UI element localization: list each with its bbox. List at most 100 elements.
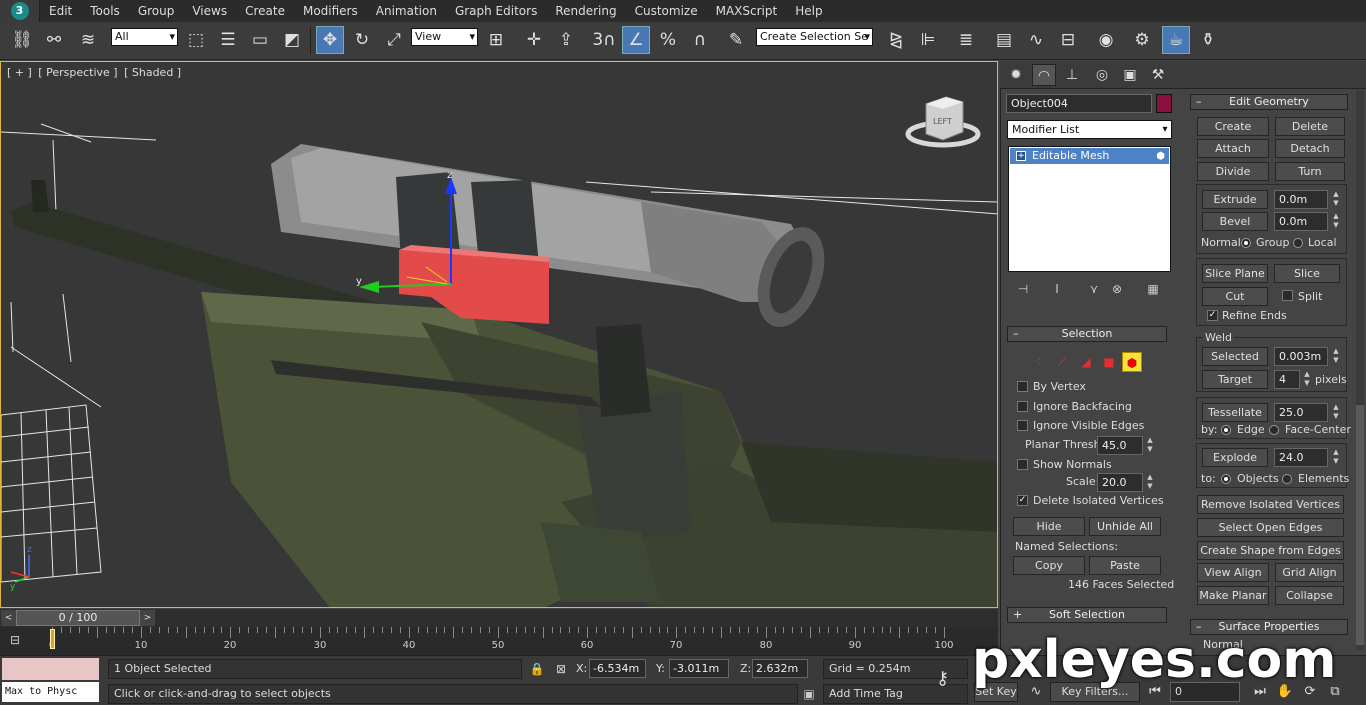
stack-entry-editable-mesh[interactable]: + Editable Mesh ⬢: [1010, 148, 1169, 164]
turn-button[interactable]: Turn: [1275, 162, 1345, 181]
move-icon[interactable]: ✥: [316, 26, 344, 54]
mirror-icon[interactable]: ⧎: [882, 26, 910, 54]
weld-selected-button[interactable]: Selected: [1202, 347, 1268, 366]
menu-graph-editors[interactable]: Graph Editors: [446, 0, 546, 22]
menu-help[interactable]: Help: [786, 0, 831, 22]
app-logo[interactable]: 3: [0, 0, 40, 22]
collapse-button[interactable]: Collapse: [1275, 586, 1344, 605]
angle-snap-icon[interactable]: ∠: [622, 26, 650, 54]
selection-rollout-header[interactable]: – Selection: [1007, 326, 1167, 342]
percent-snap-icon[interactable]: %: [654, 26, 682, 54]
edge-mode-icon[interactable]: ⟋: [1052, 352, 1072, 372]
align-icon[interactable]: ⊫: [914, 26, 942, 54]
paste-selection-button[interactable]: Paste: [1089, 556, 1161, 575]
create-button[interactable]: Create: [1197, 117, 1269, 136]
window-crossing-icon[interactable]: ◩: [278, 26, 306, 54]
make-planar-button[interactable]: Make Planar: [1197, 586, 1269, 605]
planar-thresh-field[interactable]: 45.0: [1097, 436, 1143, 455]
menu-group[interactable]: Group: [129, 0, 184, 22]
curve-editor-icon[interactable]: ∿: [1022, 26, 1050, 54]
current-frame-marker[interactable]: [50, 629, 55, 649]
extrude-button[interactable]: Extrude: [1202, 190, 1268, 209]
grid-align-button[interactable]: Grid Align: [1275, 563, 1344, 582]
named-selection-dropdown[interactable]: Create Selection Se: [756, 28, 873, 46]
hierarchy-tab-icon[interactable]: ⊥: [1060, 64, 1084, 86]
viewport-label[interactable]: [ + ] [ Perspective ] [ Shaded ]: [7, 66, 184, 79]
by-vertex-checkbox[interactable]: [1017, 381, 1028, 392]
rect-selection-icon[interactable]: ▭: [246, 26, 274, 54]
spinner-icon[interactable]: ▲ ▼: [1332, 403, 1340, 422]
time-slider-thumb[interactable]: 0 / 100: [16, 610, 140, 626]
next-frame-button[interactable]: >: [140, 610, 155, 626]
command-panel-scrollbar[interactable]: [1356, 90, 1364, 650]
normal-group-radio[interactable]: [1241, 238, 1251, 248]
time-tag-icon[interactable]: ▣: [800, 685, 818, 703]
x-coordinate-field[interactable]: -6.534m: [589, 659, 646, 678]
snaps-toggle-icon[interactable]: 3 ∩: [590, 26, 618, 54]
bevel-amount-field[interactable]: 0.0m: [1274, 212, 1328, 231]
viewcube[interactable]: LEFT: [905, 96, 981, 148]
viewport-pov-menu[interactable]: [ Perspective ]: [38, 66, 117, 79]
material-editor-icon[interactable]: ◉: [1092, 26, 1120, 54]
cut-button[interactable]: Cut: [1202, 287, 1268, 306]
view-align-button[interactable]: View Align: [1197, 563, 1269, 582]
modifier-stack[interactable]: + Editable Mesh ⬢: [1008, 146, 1171, 272]
spinner-icon[interactable]: ▲ ▼: [1303, 370, 1311, 389]
configure-sets-icon[interactable]: ▦: [1144, 280, 1162, 298]
split-checkbox[interactable]: [1282, 290, 1293, 301]
select-open-edges-button[interactable]: Select Open Edges: [1197, 518, 1344, 537]
tessellate-button[interactable]: Tessellate: [1202, 403, 1268, 422]
edit-geometry-rollout-header[interactable]: – Edit Geometry: [1190, 94, 1348, 110]
motion-tab-icon[interactable]: ◎: [1090, 64, 1114, 86]
lock-icon[interactable]: 🔒: [528, 660, 546, 678]
time-slider[interactable]: < 0 / 100 >: [0, 609, 998, 627]
delete-isolated-checkbox[interactable]: ✓: [1017, 495, 1028, 506]
modify-tab-icon[interactable]: ◠: [1032, 64, 1056, 86]
show-end-result-icon[interactable]: Ⅰ: [1048, 280, 1066, 298]
select-object-icon[interactable]: ⬚: [182, 26, 210, 54]
extrude-amount-field[interactable]: 0.0m: [1274, 190, 1328, 209]
chevron-down-icon[interactable]: ▾: [1159, 121, 1171, 138]
spinner-icon[interactable]: ▲ ▼: [1332, 190, 1340, 209]
rendered-frame-icon[interactable]: ☕: [1162, 26, 1190, 54]
expand-icon[interactable]: +: [1016, 151, 1026, 161]
create-tab-icon[interactable]: ✹: [1004, 64, 1028, 86]
create-shape-from-edges-button[interactable]: Create Shape from Edges: [1197, 541, 1344, 560]
schematic-view-icon[interactable]: ⊟: [1054, 26, 1082, 54]
polygon-mode-icon[interactable]: ■: [1099, 352, 1119, 372]
scene-explorer-icon[interactable]: ▤: [990, 26, 1018, 54]
render-teapot-icon[interactable]: ⚱: [1194, 26, 1222, 54]
normal-scale-field[interactable]: 20.0: [1097, 473, 1143, 492]
spinner-snap-icon[interactable]: ∩: [686, 26, 714, 54]
tessellate-tension-field[interactable]: 25.0: [1274, 403, 1328, 422]
maxscript-listener-output[interactable]: [2, 658, 99, 680]
display-tab-icon[interactable]: ▣: [1118, 64, 1142, 86]
track-bar[interactable]: ⊟ 0102030405060708090100: [0, 627, 998, 655]
edit-named-sel-icon[interactable]: ✎: [722, 26, 750, 54]
viewport-plus-menu[interactable]: [ + ]: [7, 66, 32, 79]
show-normals-checkbox[interactable]: [1017, 459, 1028, 470]
spinner-icon[interactable]: ▲ ▼: [1146, 436, 1154, 455]
menu-create[interactable]: Create: [236, 0, 294, 22]
menu-customize[interactable]: Customize: [626, 0, 707, 22]
soft-selection-rollout-header[interactable]: + Soft Selection: [1007, 607, 1167, 623]
z-coordinate-field[interactable]: 2.632m: [752, 659, 808, 678]
pin-stack-icon[interactable]: ⊣: [1014, 280, 1032, 298]
ignore-backfacing-checkbox[interactable]: [1017, 401, 1028, 412]
default-in-out-key-icon[interactable]: ⚷: [936, 668, 949, 689]
detach-button[interactable]: Detach: [1275, 139, 1345, 158]
bevel-button[interactable]: Bevel: [1202, 212, 1268, 231]
normal-local-radio[interactable]: [1293, 238, 1303, 248]
object-color-swatch[interactable]: [1156, 94, 1172, 113]
refine-ends-checkbox[interactable]: ✓: [1207, 310, 1218, 321]
slice-button[interactable]: Slice: [1274, 264, 1340, 283]
explode-elements-radio[interactable]: [1282, 474, 1292, 484]
menu-edit[interactable]: Edit: [40, 0, 81, 22]
keyboard-shortcut-icon[interactable]: ⇪: [552, 26, 580, 54]
explode-objects-radio[interactable]: [1221, 474, 1231, 484]
delete-button[interactable]: Delete: [1275, 117, 1345, 136]
absolute-mode-icon[interactable]: ⊠: [552, 660, 570, 678]
select-by-name-icon[interactable]: ☰: [214, 26, 242, 54]
menu-maxscript[interactable]: MAXScript: [707, 0, 787, 22]
make-unique-icon[interactable]: ⋎: [1085, 280, 1103, 298]
